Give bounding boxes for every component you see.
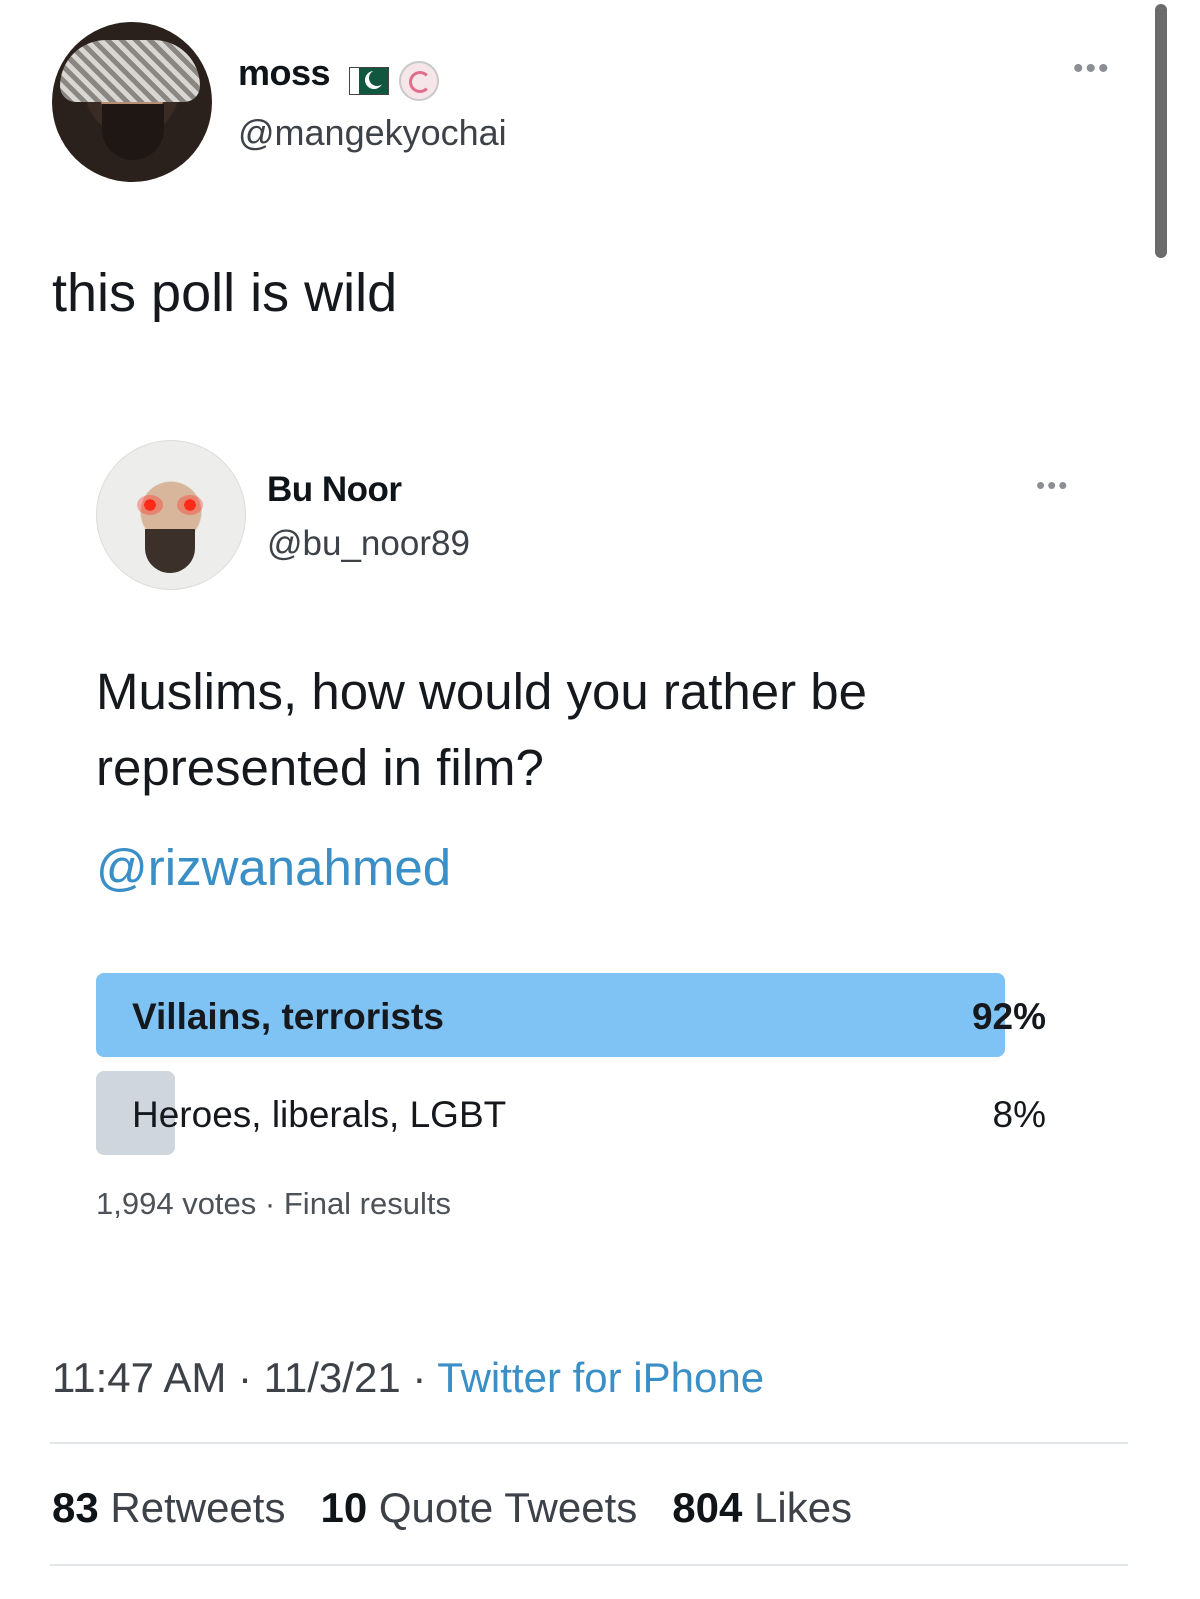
poll-option-2-label: Heroes, liberals, LGBT [132,1094,507,1135]
poll-option-2-percent: 8% [992,1094,1046,1135]
pakistan-flag-icon [348,66,389,95]
quoted-author-avatar[interactable] [96,440,246,590]
poll-votes: 1,994 votes [96,1186,257,1221]
tweet-stats: 83 Retweets 10 Quote Tweets 804 Likes [52,1484,852,1532]
poll-status: Final results [283,1186,451,1221]
tweet-timestamp-row: 11:47 AM · 11/3/21 · Twitter for iPhone [52,1354,764,1402]
mention-link[interactable]: @rizwanahmed [96,838,451,897]
poll-option-1-label: Villains, terrorists [132,996,444,1037]
tweet-text: this poll is wild [52,263,398,323]
quoted-author-name[interactable]: Bu Noor [267,470,402,510]
scrollbar[interactable] [1155,4,1167,258]
emoji-badge-icon [398,60,439,101]
divider [50,1442,1128,1444]
quoted-text-line1: Muslims, how would you rather be [96,663,868,720]
quoted-author-handle[interactable]: @bu_noor89 [267,524,470,564]
tweet-source-link[interactable]: Twitter for iPhone [437,1354,764,1401]
tweet-timestamp[interactable]: 11:47 AM · 11/3/21 · [52,1354,437,1401]
author-handle[interactable]: @mangekyochai [238,112,507,154]
likes-stat[interactable]: 804 Likes [672,1484,852,1531]
author-name[interactable]: moss [238,52,331,93]
poll-option-1-percent: 92% [971,996,1046,1037]
quote-tweets-stat[interactable]: 10 Quote Tweets [320,1484,637,1531]
poll-separator: · [264,1186,276,1221]
author-avatar[interactable] [52,22,212,182]
quoted-more-icon[interactable]: ••• [1036,470,1069,501]
quoted-text-line2: represented in film? [96,739,544,796]
retweets-stat[interactable]: 83 Retweets [52,1484,285,1531]
divider-bottom [50,1564,1128,1566]
author-name-row: moss [238,52,439,101]
more-icon[interactable]: ••• [1073,52,1111,86]
poll-meta: 1,994 votes · Final results [96,1186,451,1222]
